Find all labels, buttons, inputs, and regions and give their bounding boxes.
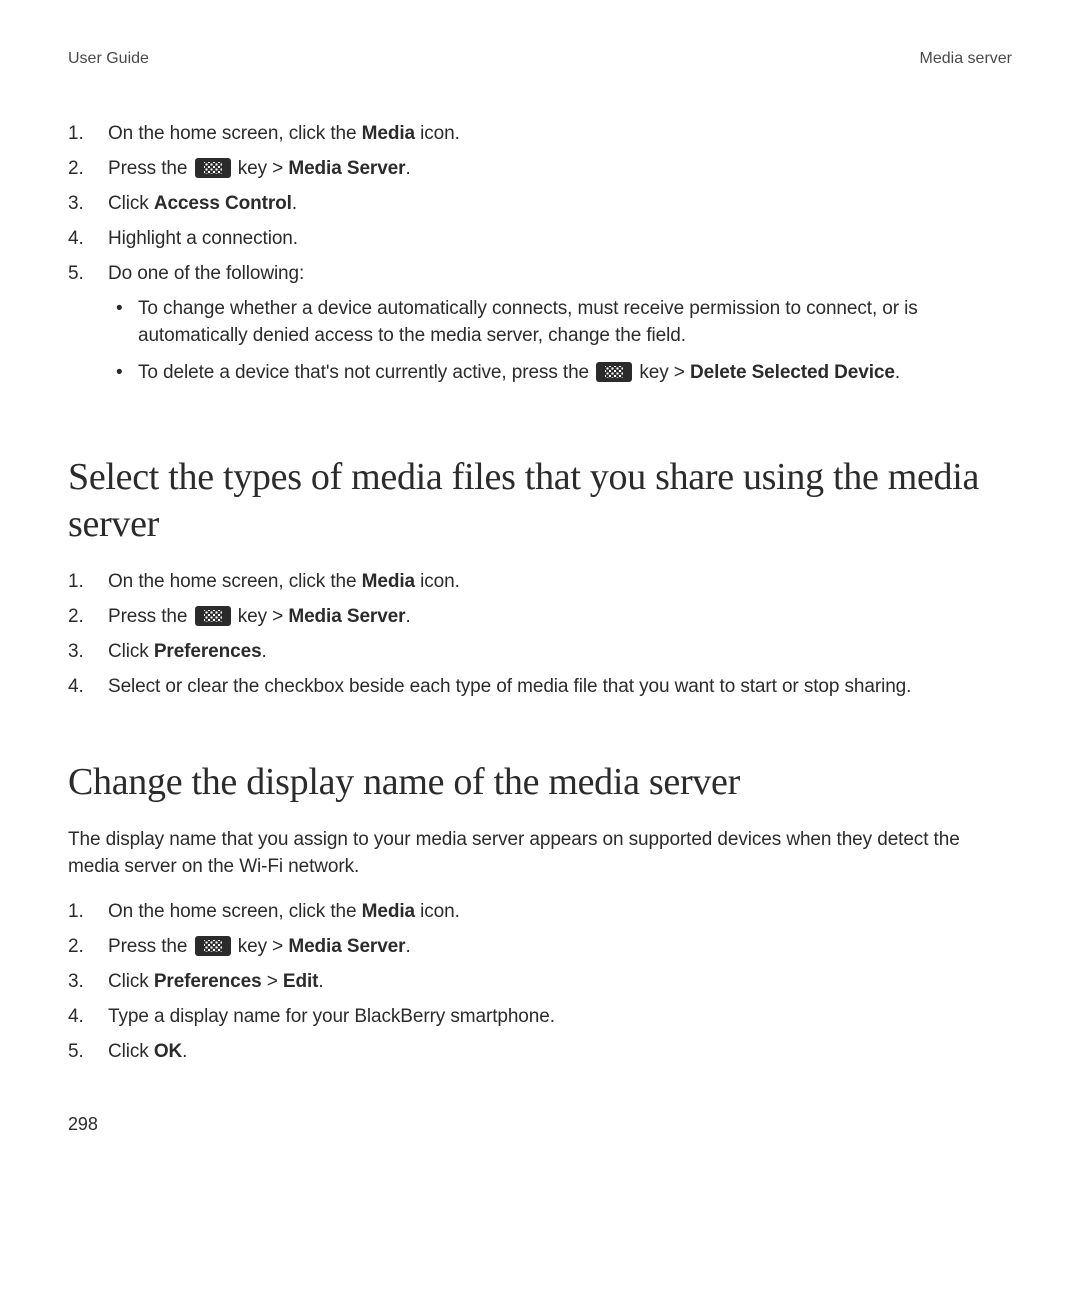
bullet-item: To change whether a device automatically… [108, 296, 1012, 350]
step-item: 4.Select or clear the checkbox beside ea… [68, 674, 1012, 701]
step-number: 4. [68, 226, 108, 253]
page: User Guide Media server 1.On the home sc… [0, 0, 1080, 1296]
step-item: 4.Type a display name for your BlackBerr… [68, 1004, 1012, 1031]
step-item: 5.Do one of the following:To change whet… [68, 261, 1012, 397]
step-number: 3. [68, 969, 108, 996]
step-number: 2. [68, 934, 108, 961]
step-item: 3.Click Preferences. [68, 639, 1012, 666]
step-number: 4. [68, 1004, 108, 1031]
section-steps: 1.On the home screen, click the Media ic… [68, 121, 1012, 397]
step-body: Click Preferences > Edit. [108, 969, 1012, 996]
bold-text: Media [362, 123, 415, 144]
step-number: 3. [68, 191, 108, 218]
step-body: Click Access Control. [108, 191, 1012, 218]
bold-text: Edit [283, 971, 319, 992]
bold-text: OK [154, 1041, 182, 1062]
menu-key-icon [195, 936, 231, 956]
bold-text: Preferences [154, 641, 262, 662]
step-item: 2.Press the key > Media Server. [68, 934, 1012, 961]
step-item: 4.Highlight a connection. [68, 226, 1012, 253]
step-body: Type a display name for your BlackBerry … [108, 1004, 1012, 1031]
step-number: 5. [68, 1039, 108, 1066]
bold-text: Media Server [288, 158, 405, 179]
bold-text: Preferences [154, 971, 262, 992]
bold-text: Media Server [288, 936, 405, 957]
step-body: Do one of the following:To change whethe… [108, 261, 1012, 397]
bullet-item: To delete a device that's not currently … [108, 360, 1012, 387]
bold-text: Media [362, 901, 415, 922]
step-body: Press the key > Media Server. [108, 934, 1012, 961]
section-steps: 1.On the home screen, click the Media ic… [68, 899, 1012, 1066]
section-steps: 1.On the home screen, click the Media ic… [68, 569, 1012, 701]
page-header: User Guide Media server [68, 48, 1012, 71]
bold-text: Media Server [288, 606, 405, 627]
step-number: 1. [68, 569, 108, 596]
step-body: Press the key > Media Server. [108, 604, 1012, 631]
header-right: Media server [920, 48, 1012, 71]
step-body: Highlight a connection. [108, 226, 1012, 253]
step-item: 5.Click OK. [68, 1039, 1012, 1066]
step-number: 2. [68, 156, 108, 183]
bold-text: Media [362, 571, 415, 592]
step-body: On the home screen, click the Media icon… [108, 121, 1012, 148]
step-item: 3.Click Access Control. [68, 191, 1012, 218]
section-heading: Select the types of media files that you… [68, 454, 1012, 547]
step-item: 1.On the home screen, click the Media ic… [68, 121, 1012, 148]
step-item: 1.On the home screen, click the Media ic… [68, 899, 1012, 926]
step-number: 3. [68, 639, 108, 666]
menu-key-icon [596, 362, 632, 382]
menu-key-icon [195, 158, 231, 178]
step-item: 2.Press the key > Media Server. [68, 156, 1012, 183]
step-number: 2. [68, 604, 108, 631]
step-body: On the home screen, click the Media icon… [108, 899, 1012, 926]
step-body: Select or clear the checkbox beside each… [108, 674, 1012, 701]
step-number: 1. [68, 121, 108, 148]
section-intro: The display name that you assign to your… [68, 827, 1012, 881]
step-number: 5. [68, 261, 108, 397]
bold-text: Access Control [154, 193, 292, 214]
page-number: 298 [68, 1112, 98, 1138]
step-body: Click Preferences. [108, 639, 1012, 666]
header-left: User Guide [68, 48, 149, 71]
step-body: On the home screen, click the Media icon… [108, 569, 1012, 596]
step-body: Press the key > Media Server. [108, 156, 1012, 183]
bold-text: Delete Selected Device [690, 362, 895, 383]
step-body: Click OK. [108, 1039, 1012, 1066]
step-item: 1.On the home screen, click the Media ic… [68, 569, 1012, 596]
bullet-list: To change whether a device automatically… [108, 296, 1012, 387]
step-item: 2.Press the key > Media Server. [68, 604, 1012, 631]
step-item: 3.Click Preferences > Edit. [68, 969, 1012, 996]
menu-key-icon [195, 606, 231, 626]
step-number: 1. [68, 899, 108, 926]
step-number: 4. [68, 674, 108, 701]
section-heading: Change the display name of the media ser… [68, 759, 1012, 805]
